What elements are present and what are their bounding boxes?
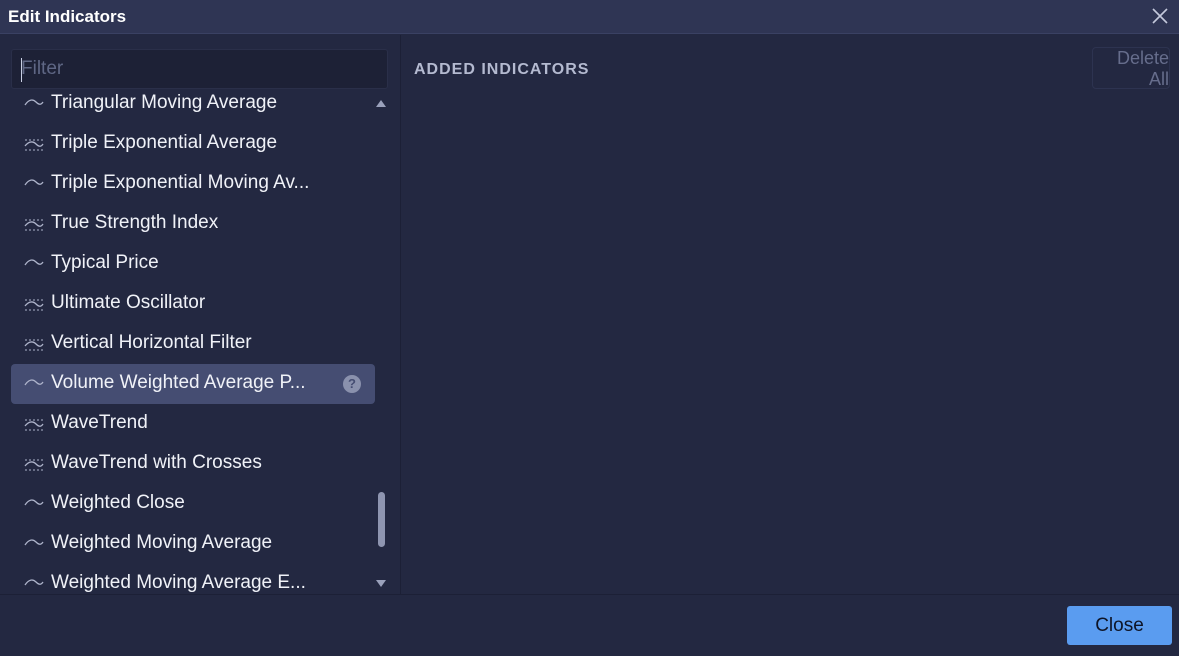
indicator-list-item[interactable]: WaveTrend with Crosses xyxy=(11,444,375,484)
overlay-line-icon xyxy=(24,259,44,266)
indicator-label: Weighted Close xyxy=(51,492,185,513)
indicator-label: True Strength Index xyxy=(51,212,219,233)
filter-field[interactable] xyxy=(11,49,388,89)
indicator-label: Typical Price xyxy=(51,252,159,273)
scroll-down-arrow-icon[interactable] xyxy=(376,580,386,587)
indicator-list-item[interactable]: Weighted Close xyxy=(11,484,375,524)
overlay-line-icon xyxy=(24,379,44,386)
indicator-label: Triple Exponential Moving Av... xyxy=(51,172,310,193)
indicator-label: Triangular Moving Average xyxy=(51,92,278,113)
overlay-line-icon xyxy=(24,539,44,546)
indicator-label: WaveTrend xyxy=(51,412,148,433)
indicator-list-item[interactable]: WaveTrend xyxy=(11,404,375,444)
text-caret xyxy=(21,58,22,82)
scrollbar-thumb[interactable] xyxy=(378,492,385,547)
overlay-line-icon xyxy=(24,579,44,586)
indicator-list-item[interactable]: Vertical Horizontal Filter xyxy=(11,324,375,364)
close-button[interactable]: Close xyxy=(1067,606,1172,645)
indicator-label: WaveTrend with Crosses xyxy=(51,452,262,473)
help-icon[interactable]: ? xyxy=(343,375,361,393)
oscillator-icon xyxy=(24,419,44,431)
indicator-label: Weighted Moving Average xyxy=(51,532,273,553)
indicator-label: Triple Exponential Average xyxy=(51,132,278,153)
indicator-list-item[interactable]: True Strength Index xyxy=(11,204,375,244)
indicator-list-item[interactable]: Weighted Moving Average E... xyxy=(11,564,375,594)
oscillator-icon xyxy=(24,459,44,471)
oscillator-icon xyxy=(24,299,44,311)
dialog-footer: Close xyxy=(0,594,1179,656)
oscillator-icon xyxy=(24,219,44,231)
indicator-label: Ultimate Oscillator xyxy=(51,292,206,313)
filter-input[interactable] xyxy=(12,50,387,88)
indicator-list: Triangular Moving Average Triple Exponent… xyxy=(0,85,380,594)
indicator-list-item[interactable]: Weighted Moving Average xyxy=(11,524,375,564)
added-indicators-pane: ADDED INDICATORS Delete All xyxy=(402,35,1179,594)
overlay-line-icon xyxy=(24,499,44,506)
close-icon[interactable] xyxy=(1151,7,1169,25)
indicator-label: Weighted Moving Average E... xyxy=(51,572,306,593)
indicator-list-item[interactable]: Triple Exponential Average xyxy=(11,124,375,164)
dialog-title: Edit Indicators xyxy=(8,7,127,26)
indicator-list-item[interactable]: Triangular Moving Average xyxy=(11,85,375,124)
indicator-list-item[interactable]: Volume Weighted Average P...? xyxy=(11,364,375,404)
dialog-titlebar: Edit Indicators xyxy=(0,0,1179,34)
overlay-line-icon xyxy=(24,179,44,186)
oscillator-icon xyxy=(24,339,44,351)
indicator-label: Volume Weighted Average P... xyxy=(51,372,306,393)
overlay-line-icon xyxy=(24,99,44,106)
indicator-label: Vertical Horizontal Filter xyxy=(51,332,252,353)
oscillator-icon xyxy=(24,139,44,151)
delete-all-button[interactable]: Delete All xyxy=(1092,47,1170,89)
indicator-list-item[interactable]: Typical Price xyxy=(11,244,375,284)
scroll-up-arrow-icon[interactable] xyxy=(376,100,386,107)
indicator-list-item[interactable]: Ultimate Oscillator xyxy=(11,284,375,324)
added-indicators-heading: ADDED INDICATORS xyxy=(414,61,590,78)
indicator-list-item[interactable]: Triple Exponential Moving Av... xyxy=(11,164,375,204)
indicator-list-pane: Triangular Moving Average Triple Exponent… xyxy=(0,35,401,594)
